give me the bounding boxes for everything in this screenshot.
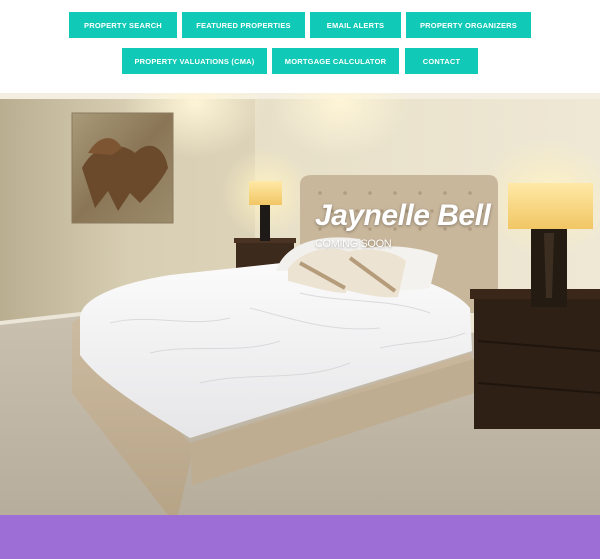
footer-bar	[0, 515, 600, 559]
agent-name-title: Jaynelle Bell	[315, 199, 491, 232]
nav-mortgage-calculator-button[interactable]: MORTGAGE CALCULATOR	[272, 48, 399, 74]
coming-soon-subtitle: COMING SOON	[315, 238, 392, 250]
nav-contact-button[interactable]: CONTACT	[405, 48, 478, 74]
nav-property-search-button[interactable]: PROPERTY SEARCH	[69, 12, 177, 38]
nav-property-organizers-button[interactable]: PROPERTY ORGANIZERS	[406, 12, 531, 38]
hero-banner: Jaynelle Bell COMING SOON	[0, 93, 600, 515]
nav-featured-properties-button[interactable]: FEATURED PROPERTIES	[182, 12, 305, 38]
hero-text-block: Jaynelle Bell COMING SOON	[315, 199, 491, 251]
bedroom-photo	[0, 93, 600, 515]
nav-property-valuations-button[interactable]: PROPERTY VALUATIONS (CMA)	[122, 48, 267, 74]
top-navigation: PROPERTY SEARCH FEATURED PROPERTIES EMAI…	[0, 0, 600, 93]
nav-email-alerts-button[interactable]: EMAIL ALERTS	[310, 12, 401, 38]
